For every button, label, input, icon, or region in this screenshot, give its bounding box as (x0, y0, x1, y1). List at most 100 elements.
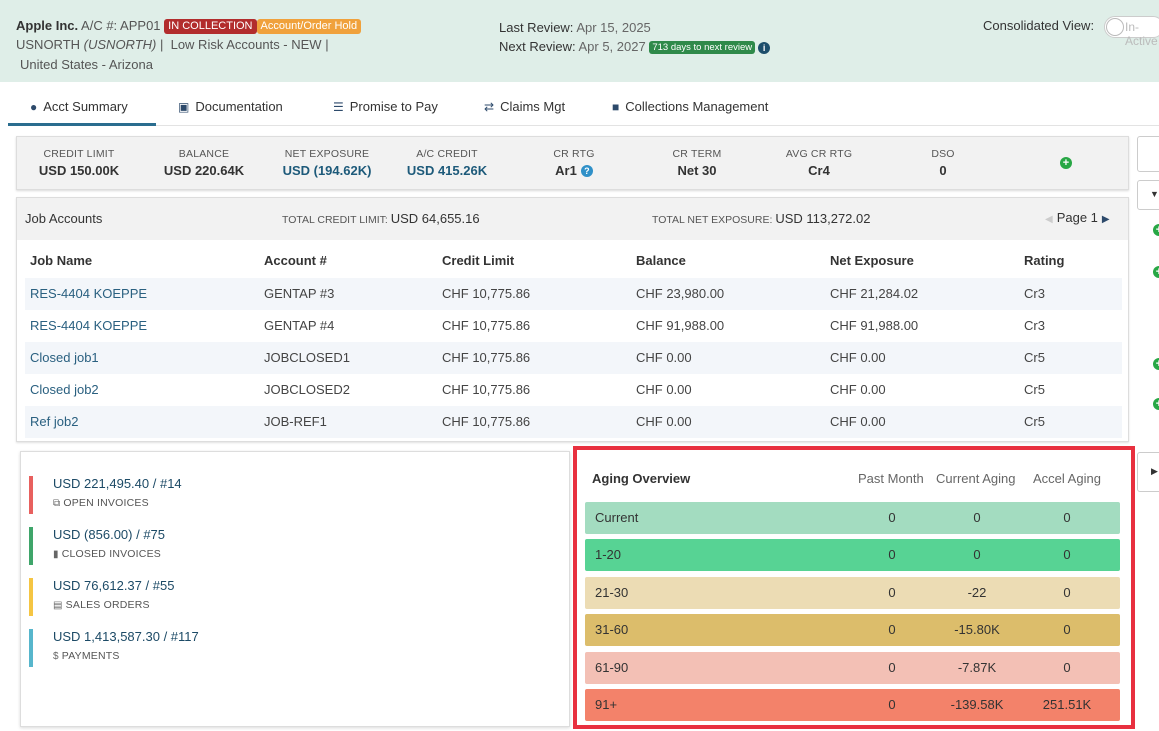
tab-acct-summary[interactable]: ● Acct Summary (8, 88, 156, 126)
current-aging-value: -22 (967, 585, 987, 600)
tab-label: Claims Mgt (500, 99, 566, 114)
past-month-value: 0 (888, 697, 896, 712)
metric-value[interactable]: USD (194.62K) (272, 163, 382, 178)
add-icon[interactable]: + (1153, 398, 1159, 410)
tab-claims-mgt[interactable]: ⇄ Claims Mgt (484, 88, 565, 126)
in-collection-badge: IN COLLECTION (164, 19, 257, 34)
aging-bucket-label: Current (595, 510, 639, 525)
balance-cell: CHF 91,988.00 (636, 318, 725, 333)
aging-row-31-60[interactable]: 31-60 0 -15.80K 0 (585, 614, 1120, 646)
accel-aging-value: 0 (1063, 547, 1071, 562)
job-name-link[interactable]: Closed job2 (30, 382, 99, 397)
accel-aging-value: 251.51K (1042, 697, 1092, 712)
sales-orders-item[interactable]: USD 76,612.37 / #55 ▤ SALES ORDERS (29, 578, 174, 616)
metric-cr-term: CR TERM Net 30 (657, 148, 737, 178)
job-accounts-title: Job Accounts (25, 211, 103, 226)
account-number: A/C #: APP01 (81, 18, 161, 33)
total-net-label: TOTAL NET EXPOSURE: (652, 214, 773, 226)
consolidated-view-toggle[interactable]: In-Active (1104, 16, 1159, 48)
add-icon[interactable]: + (1060, 157, 1072, 169)
column-account[interactable]: Account # (264, 253, 327, 268)
file-text-icon: ▤ (53, 600, 63, 611)
metric-ac-credit[interactable]: A/C CREDIT USD 415.26K (397, 148, 497, 178)
aging-row-61-90[interactable]: 61-90 0 -7.87K 0 (585, 652, 1120, 684)
job-name-link[interactable]: Closed job1 (30, 350, 99, 365)
add-icon[interactable]: + (1153, 224, 1159, 236)
metric-value[interactable]: USD 415.26K (397, 163, 497, 178)
page-label: Page 1 (1056, 210, 1098, 225)
rating-cell: Cr5 (1024, 350, 1045, 365)
collections-icon: ■ (612, 100, 620, 114)
rating-cell: Cr5 (1024, 382, 1045, 397)
column-net-exposure[interactable]: Net Exposure (830, 253, 914, 268)
prev-page-icon[interactable]: ◀ (1045, 214, 1053, 225)
aging-row-21-30[interactable]: 21-30 0 -22 0 (585, 577, 1120, 609)
total-credit-value: USD 64,655.16 (390, 211, 480, 226)
dollar-icon: $ (53, 651, 59, 662)
copy-icon: ⧉ (53, 498, 61, 509)
tab-documentation[interactable]: ▣ Documentation (178, 88, 283, 126)
accel-aging-value: 0 (1063, 660, 1071, 675)
region-code: (USNORTH) (83, 37, 157, 52)
tab-collections-management[interactable]: ■ Collections Management (612, 88, 768, 126)
closed-invoices-label: CLOSED INVOICES (61, 548, 161, 560)
aging-row-current[interactable]: Current 0 0 0 (585, 502, 1120, 534)
column-job-name[interactable]: Job Name (30, 253, 92, 268)
balance-cell: CHF 0.00 (636, 382, 692, 397)
open-invoices-value[interactable]: USD 221,495.40 / #14 (53, 476, 182, 491)
help-icon[interactable]: ? (580, 165, 593, 177)
aging-overview-title: Aging Overview (592, 471, 691, 486)
job-accounts-header: Job Accounts TOTAL CREDIT LIMIT: USD 64,… (17, 198, 1128, 240)
balance-cell: CHF 0.00 (636, 414, 692, 429)
side-panel-dropdown[interactable]: ▼ (1137, 180, 1159, 210)
payments-value[interactable]: USD 1,413,587.30 / #117 (53, 629, 199, 644)
sales-orders-label: SALES ORDERS (65, 599, 150, 611)
next-page-icon[interactable]: ▶ (1102, 214, 1110, 225)
metric-dso: DSO 0 (913, 148, 973, 178)
metric-value: Ar1? (534, 163, 614, 178)
metric-label: AVG CR RTG (785, 148, 853, 160)
rating-cell: Cr5 (1024, 414, 1045, 429)
current-aging-value: 0 (973, 547, 981, 562)
tab-promise-to-pay[interactable]: ☰ Promise to Pay (333, 88, 438, 126)
credit-limit-cell: CHF 10,775.86 (442, 286, 531, 301)
last-review-value: Apr 15, 2025 (576, 20, 651, 35)
aging-row-91-plus[interactable]: 91+ 0 -139.58K 251.51K (585, 689, 1120, 721)
column-current-aging: Current Aging (936, 471, 1016, 486)
metric-net-exposure[interactable]: NET EXPOSURE USD (194.62K) (272, 148, 382, 178)
payments-item[interactable]: USD 1,413,587.30 / #117 $ PAYMENTS (29, 629, 199, 667)
open-invoices-item[interactable]: USD 221,495.40 / #14 ⧉ OPEN INVOICES (29, 476, 182, 514)
past-month-value: 0 (888, 585, 896, 600)
account-cell: JOBCLOSED2 (264, 382, 350, 397)
side-expand-button[interactable]: ▶ (1137, 452, 1159, 492)
add-icon[interactable]: + (1153, 358, 1159, 370)
job-name-link[interactable]: RES-4404 KOEPPE (30, 318, 147, 333)
column-balance[interactable]: Balance (636, 253, 686, 268)
toggle-knob (1106, 18, 1124, 36)
credit-limit-cell: CHF 10,775.86 (442, 350, 531, 365)
column-credit-limit[interactable]: Credit Limit (442, 253, 514, 268)
account-header: Apple Inc. A/C #: APP01 IN COLLECTION Acc… (0, 0, 1159, 82)
metric-value: USD 220.64K (163, 163, 245, 178)
last-review-label: Last Review: (499, 20, 574, 35)
closed-invoices-item[interactable]: USD (856.00) / #75 ▮ CLOSED INVOICES (29, 527, 165, 565)
tab-label: Promise to Pay (349, 99, 438, 114)
side-panel-input[interactable] (1137, 136, 1159, 172)
net-exposure-cell: CHF 91,988.00 (830, 318, 919, 333)
info-icon[interactable]: i (758, 42, 771, 54)
sales-orders-value[interactable]: USD 76,612.37 / #55 (53, 578, 174, 593)
job-name-link[interactable]: RES-4404 KOEPPE (30, 286, 147, 301)
toggle-label: In-Active (1125, 20, 1158, 48)
closed-invoices-value[interactable]: USD (856.00) / #75 (53, 527, 165, 542)
aging-row-1-20[interactable]: 1-20 0 0 0 (585, 539, 1120, 571)
tab-bar: ● Acct Summary ▣ Documentation ☰ Promise to… (8, 88, 1159, 126)
metric-avg-cr-rtg: AVG CR RTG Cr4 (779, 148, 859, 178)
net-exposure-cell: CHF 0.00 (830, 350, 886, 365)
add-icon[interactable]: + (1153, 266, 1159, 278)
metric-label: NET EXPOSURE (284, 148, 370, 160)
job-name-link[interactable]: Ref job2 (30, 414, 78, 429)
column-rating[interactable]: Rating (1024, 253, 1064, 268)
consolidated-view-label: Consolidated View: (983, 18, 1095, 33)
past-month-value: 0 (888, 622, 896, 637)
credit-limit-cell: CHF 10,775.86 (442, 318, 531, 333)
